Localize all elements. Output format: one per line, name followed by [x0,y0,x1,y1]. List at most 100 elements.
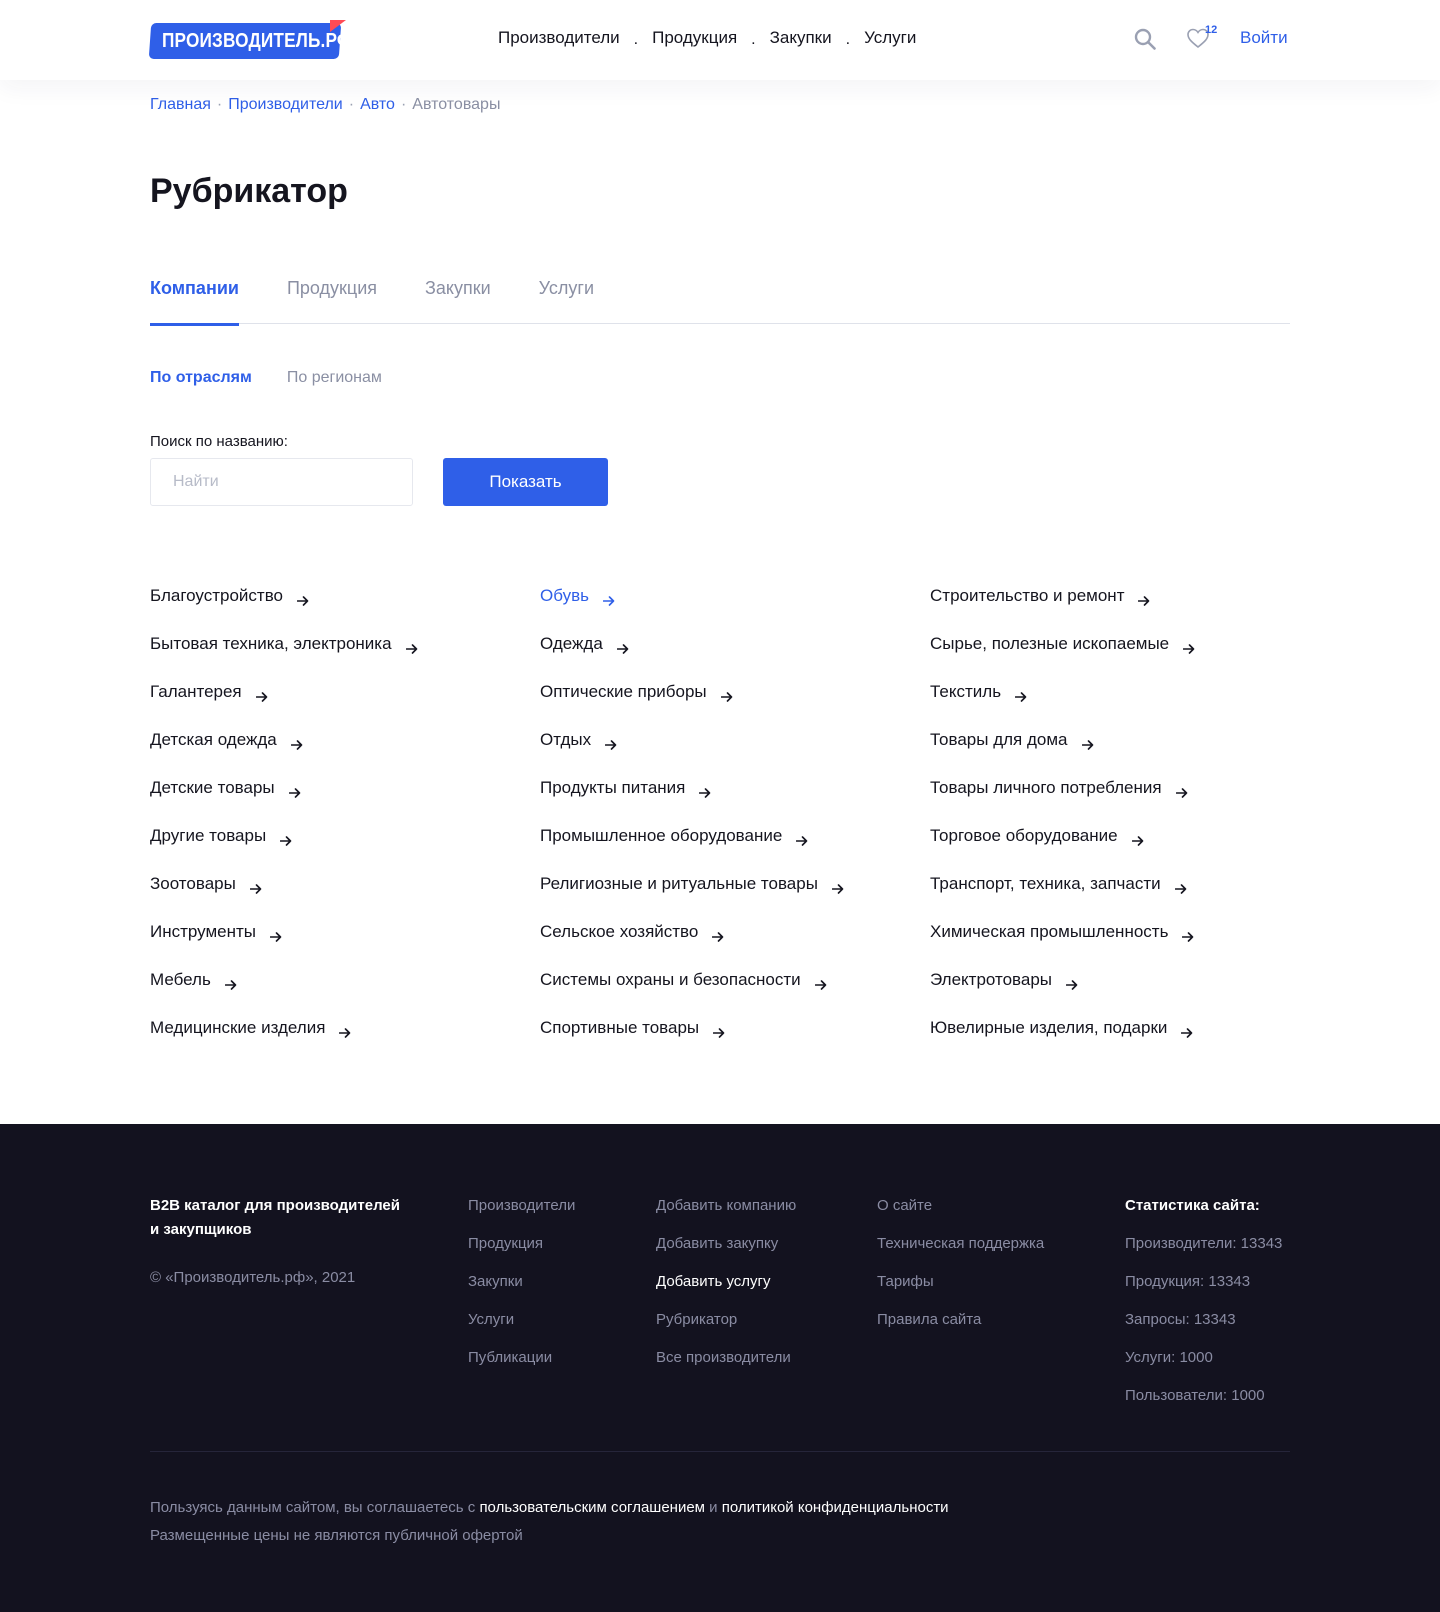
login-link[interactable]: Войти [1240,28,1288,48]
category-item[interactable]: Химическая промышленность [930,908,1300,956]
category-label: Ювелирные изделия, подарки [930,1018,1168,1037]
category-item[interactable]: Другие товары [150,812,520,860]
footer-link-purchases[interactable]: Закупки [468,1270,575,1308]
site-logo[interactable]: ПРОИЗВОДИТЕЛЬ.РФ [148,20,352,60]
arrow-right-icon [1182,927,1194,942]
category-label: Мебель [150,970,211,989]
footer-link-products[interactable]: Продукция [468,1232,575,1270]
category-label: Другие товары [150,826,267,845]
footer-link-rules[interactable]: Правила сайта [877,1308,1044,1346]
footer-stats: Статистика сайта: Производители: 13343 П… [1125,1194,1282,1422]
category-item[interactable]: Строительство и ремонт [930,572,1300,620]
category-item[interactable]: Ювелирные изделия, подарки [930,1004,1300,1052]
site-footer: B2B каталог для производителей и закупщи… [0,1124,1440,1612]
footer-link-producers[interactable]: Производители [468,1194,575,1232]
subtab-by-region[interactable]: По регионам [287,369,382,387]
category-label: Системы охраны и безопасности [540,970,801,989]
category-item[interactable]: Отдых [540,716,910,764]
category-label: Торговое оборудование [930,826,1118,845]
arrow-right-icon [720,687,733,702]
category-item[interactable]: Транспорт, техника, запчасти [930,860,1300,908]
category-item[interactable]: Детская одежда [150,716,520,764]
footer-link-add-company[interactable]: Добавить компанию [656,1194,796,1232]
footer-legal: Пользуясь данным сайтом, вы соглашаетесь… [150,1494,949,1550]
main-nav: Производители . Продукция . Закупки . Ус… [498,28,916,48]
privacy-policy-link[interactable]: политикой конфиденциальности [722,1499,949,1516]
footer-link-all-producers[interactable]: Все производители [656,1346,796,1384]
category-item[interactable]: Религиозные и ритуальные товары [540,860,910,908]
breadcrumb-separator: · [216,96,223,113]
category-label: Религиозные и ритуальные товары [540,874,818,893]
category-label: Инструменты [150,922,257,941]
search-icon[interactable] [1134,28,1156,50]
category-label: Текстиль [930,682,1002,701]
footer-link-services[interactable]: Услуги [468,1308,575,1346]
category-item[interactable]: Товары личного потребления [930,764,1300,812]
footer-link-add-purchase[interactable]: Добавить закупку [656,1232,796,1270]
category-item[interactable]: Торговое оборудование [930,812,1300,860]
category-item[interactable]: Сырье, полезные ископаемые [930,620,1300,668]
category-item[interactable]: Бытовая техника, электроника [150,620,520,668]
arrow-right-icon [1181,1023,1193,1038]
user-agreement-link[interactable]: пользовательским соглашением [479,1499,705,1516]
category-item[interactable]: Одежда [540,620,910,668]
logo-text: ПРОИЗВОДИТЕЛЬ.РФ [162,30,352,52]
category-item[interactable]: Текстиль [930,668,1300,716]
arrow-right-icon [602,591,615,606]
footer-about-title-line1: B2B каталог для производителей [150,1197,400,1214]
breadcrumb-link-home[interactable]: Главная [150,96,211,114]
nav-item-products[interactable]: Продукция [652,28,737,48]
category-item[interactable]: Зоотовары [150,860,520,908]
footer-link-rubricator[interactable]: Рубрикатор [656,1308,796,1346]
breadcrumb-link-auto[interactable]: Авто [360,96,395,114]
nav-item-purchases[interactable]: Закупки [770,28,832,48]
show-button[interactable]: Показать [443,458,608,506]
category-item[interactable]: Мебель [150,956,520,1004]
nav-item-services[interactable]: Услуги [864,28,916,48]
footer-nav-column-1: Производители Продукция Закупки Услуги П… [468,1194,575,1384]
footer-link-tariffs[interactable]: Тарифы [877,1270,1044,1308]
tab-companies[interactable]: Компании [150,268,239,326]
category-item[interactable]: Детские товары [150,764,520,812]
category-item[interactable]: Товары для дома [930,716,1300,764]
search-input[interactable] [150,458,413,506]
category-item[interactable]: Системы охраны и безопасности [540,956,910,1004]
arrow-right-icon [831,879,844,894]
arrow-right-icon [604,735,617,750]
category-column-1: Благоустройство Бытовая техника, электрон… [150,572,520,1052]
category-item[interactable]: Спортивные товары [540,1004,910,1052]
footer-link-about[interactable]: О сайте [877,1194,1044,1232]
nav-item-producers[interactable]: Производители [498,28,620,48]
category-item[interactable]: Медицинские изделия [150,1004,520,1052]
category-item[interactable]: Продукты питания [540,764,910,812]
footer-link-support[interactable]: Техническая поддержка [877,1232,1044,1270]
arrow-right-icon [296,591,309,606]
arrow-right-icon [712,1023,725,1038]
arrow-right-icon [269,927,282,942]
category-item[interactable]: Галантерея [150,668,520,716]
category-item[interactable]: Инструменты [150,908,520,956]
footer-about-title: B2B каталог для производителей и закупщи… [150,1194,430,1242]
category-item[interactable]: Благоустройство [150,572,520,620]
category-item[interactable]: Обувь [540,572,910,620]
category-label: Бытовая техника, электроника [150,634,392,653]
category-item[interactable]: Промышленное оборудование [540,812,910,860]
footer-link-add-service[interactable]: Добавить услугу [656,1270,796,1308]
category-label: Одежда [540,634,603,653]
arrow-right-icon [279,831,292,846]
tab-products[interactable]: Продукция [287,268,377,324]
breadcrumb-link-producers[interactable]: Производители [228,96,343,114]
arrow-right-icon [249,879,262,894]
tab-services[interactable]: Услуги [539,268,594,324]
category-label: Транспорт, техника, запчасти [930,874,1161,893]
category-label: Детская одежда [150,730,277,749]
arrow-right-icon [712,927,724,942]
nav-separator: . [633,31,639,48]
footer-link-publications[interactable]: Публикации [468,1346,575,1384]
category-item[interactable]: Сельское хозяйство [540,908,910,956]
subtab-by-industry[interactable]: По отраслям [150,369,252,387]
category-item[interactable]: Оптические приборы [540,668,910,716]
category-label: Сырье, полезные ископаемые [930,634,1170,653]
tab-purchases[interactable]: Закупки [425,268,491,324]
category-item[interactable]: Электротовары [930,956,1300,1004]
